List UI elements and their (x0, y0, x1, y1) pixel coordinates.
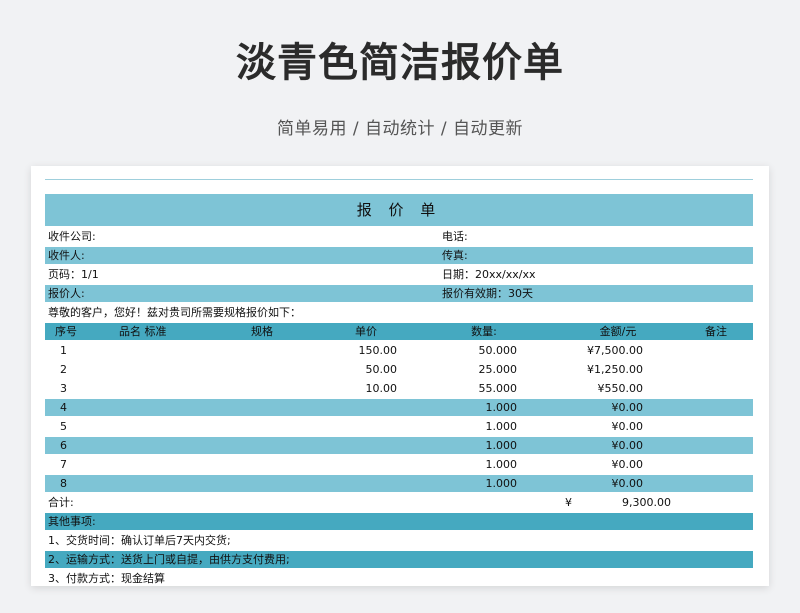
item-seq: 7 (60, 458, 67, 471)
info-row: 页码：1/1 日期：20xx/xx/xx (45, 266, 753, 285)
item-seq: 4 (60, 401, 67, 414)
page-title: 淡青色简洁报价单 (236, 40, 564, 86)
divider (45, 179, 753, 180)
header-name: 品名 标准 (119, 325, 167, 338)
table-row: 6 1.000 ¥0.00 (45, 437, 753, 456)
item-price: 10.00 (365, 382, 398, 395)
note-row: 3、付款方式：现金结算 (45, 570, 753, 586)
item-amount: ¥7,500.00 (587, 344, 643, 357)
info-label: 报价人: (48, 287, 85, 300)
info-row: 报价人: 报价有效期：30天 (45, 285, 753, 304)
currency-symbol: ¥ (565, 496, 572, 509)
item-qty: 1.000 (485, 458, 518, 471)
header-amount: 金额/元 (599, 325, 637, 338)
note-row: 1、交货时间：确认订单后7天内交货; (45, 532, 753, 551)
item-amount: ¥1,250.00 (587, 363, 643, 376)
item-seq: 2 (60, 363, 67, 376)
quote-sheet: 报 价 单 收件公司: 电话: 收件人: 传真: 页码：1/1 日期：20xx/… (31, 166, 769, 586)
item-seq: 3 (60, 382, 67, 395)
greeting-row: 尊敬的客户，您好！兹对贵司所需要规格报价如下： (45, 304, 753, 323)
table-row: 1 150.00 50.000 ¥7,500.00 (45, 342, 753, 361)
info-label: 收件公司: (48, 230, 96, 243)
header-qty: 数量: (471, 325, 497, 338)
item-price: 150.00 (358, 344, 398, 357)
info-row: 收件人: 传真: (45, 247, 753, 266)
info-label: 收件人: (48, 249, 85, 262)
info-label: 传真: (442, 249, 468, 262)
total-row: 合计: ¥ 9,300.00 (45, 494, 753, 513)
item-amount: ¥0.00 (611, 458, 644, 471)
table-row: 4 1.000 ¥0.00 (45, 399, 753, 418)
item-seq: 8 (60, 477, 67, 490)
greeting-text: 尊敬的客户，您好！兹对贵司所需要规格报价如下： (48, 306, 301, 319)
quote-grid: 报 价 单 收件公司: 电话: 收件人: 传真: 页码：1/1 日期：20xx/… (45, 194, 753, 586)
info-label: 电话: (442, 230, 468, 243)
page-subtitle: 简单易用 / 自动统计 / 自动更新 (276, 119, 524, 139)
info-label: 日期：20xx/xx/xx (442, 268, 536, 281)
note-text: 3、付款方式：现金结算 (48, 572, 165, 585)
item-qty: 50.000 (478, 344, 518, 357)
notes-header: 其他事项: (45, 513, 753, 532)
table-row: 7 1.000 ¥0.00 (45, 456, 753, 475)
header-price: 单价 (355, 325, 377, 338)
item-seq: 5 (60, 420, 67, 433)
header-note: 备注 (705, 325, 727, 338)
table-row: 8 1.000 ¥0.00 (45, 475, 753, 494)
item-qty: 1.000 (485, 420, 518, 433)
total-label: 合计: (48, 496, 74, 509)
header-spec: 规格 (251, 325, 273, 338)
total-value: 9,300.00 (622, 496, 671, 509)
table-row: 5 1.000 ¥0.00 (45, 418, 753, 437)
info-row: 收件公司: 电话: (45, 228, 753, 247)
table-row: 3 10.00 55.000 ¥550.00 (45, 380, 753, 399)
item-amount: ¥0.00 (611, 439, 644, 452)
item-price: 50.00 (365, 363, 398, 376)
item-qty: 55.000 (478, 382, 518, 395)
info-label: 页码：1/1 (48, 268, 99, 281)
item-amount: ¥0.00 (611, 401, 644, 414)
header-seq: 序号 (55, 325, 77, 338)
item-amount: ¥550.00 (597, 382, 644, 395)
note-text: 2、运输方式：送货上门或自提，由供方支付费用; (48, 553, 290, 566)
note-row: 2、运输方式：送货上门或自提，由供方支付费用; (45, 551, 753, 570)
item-qty: 25.000 (478, 363, 518, 376)
quote-title: 报 价 单 (45, 194, 753, 228)
notes-title: 其他事项: (48, 515, 96, 528)
item-seq: 1 (60, 344, 67, 357)
info-label: 报价有效期：30天 (442, 287, 533, 300)
item-amount: ¥0.00 (611, 477, 644, 490)
table-header: 序号 品名 标准 规格 单价 数量: 金额/元 备注 (45, 323, 753, 342)
item-qty: 1.000 (485, 401, 518, 414)
table-row: 2 50.00 25.000 ¥1,250.00 (45, 361, 753, 380)
note-text: 1、交货时间：确认订单后7天内交货; (48, 534, 231, 547)
item-amount: ¥0.00 (611, 420, 644, 433)
item-qty: 1.000 (485, 439, 518, 452)
item-seq: 6 (60, 439, 67, 452)
item-qty: 1.000 (485, 477, 518, 490)
